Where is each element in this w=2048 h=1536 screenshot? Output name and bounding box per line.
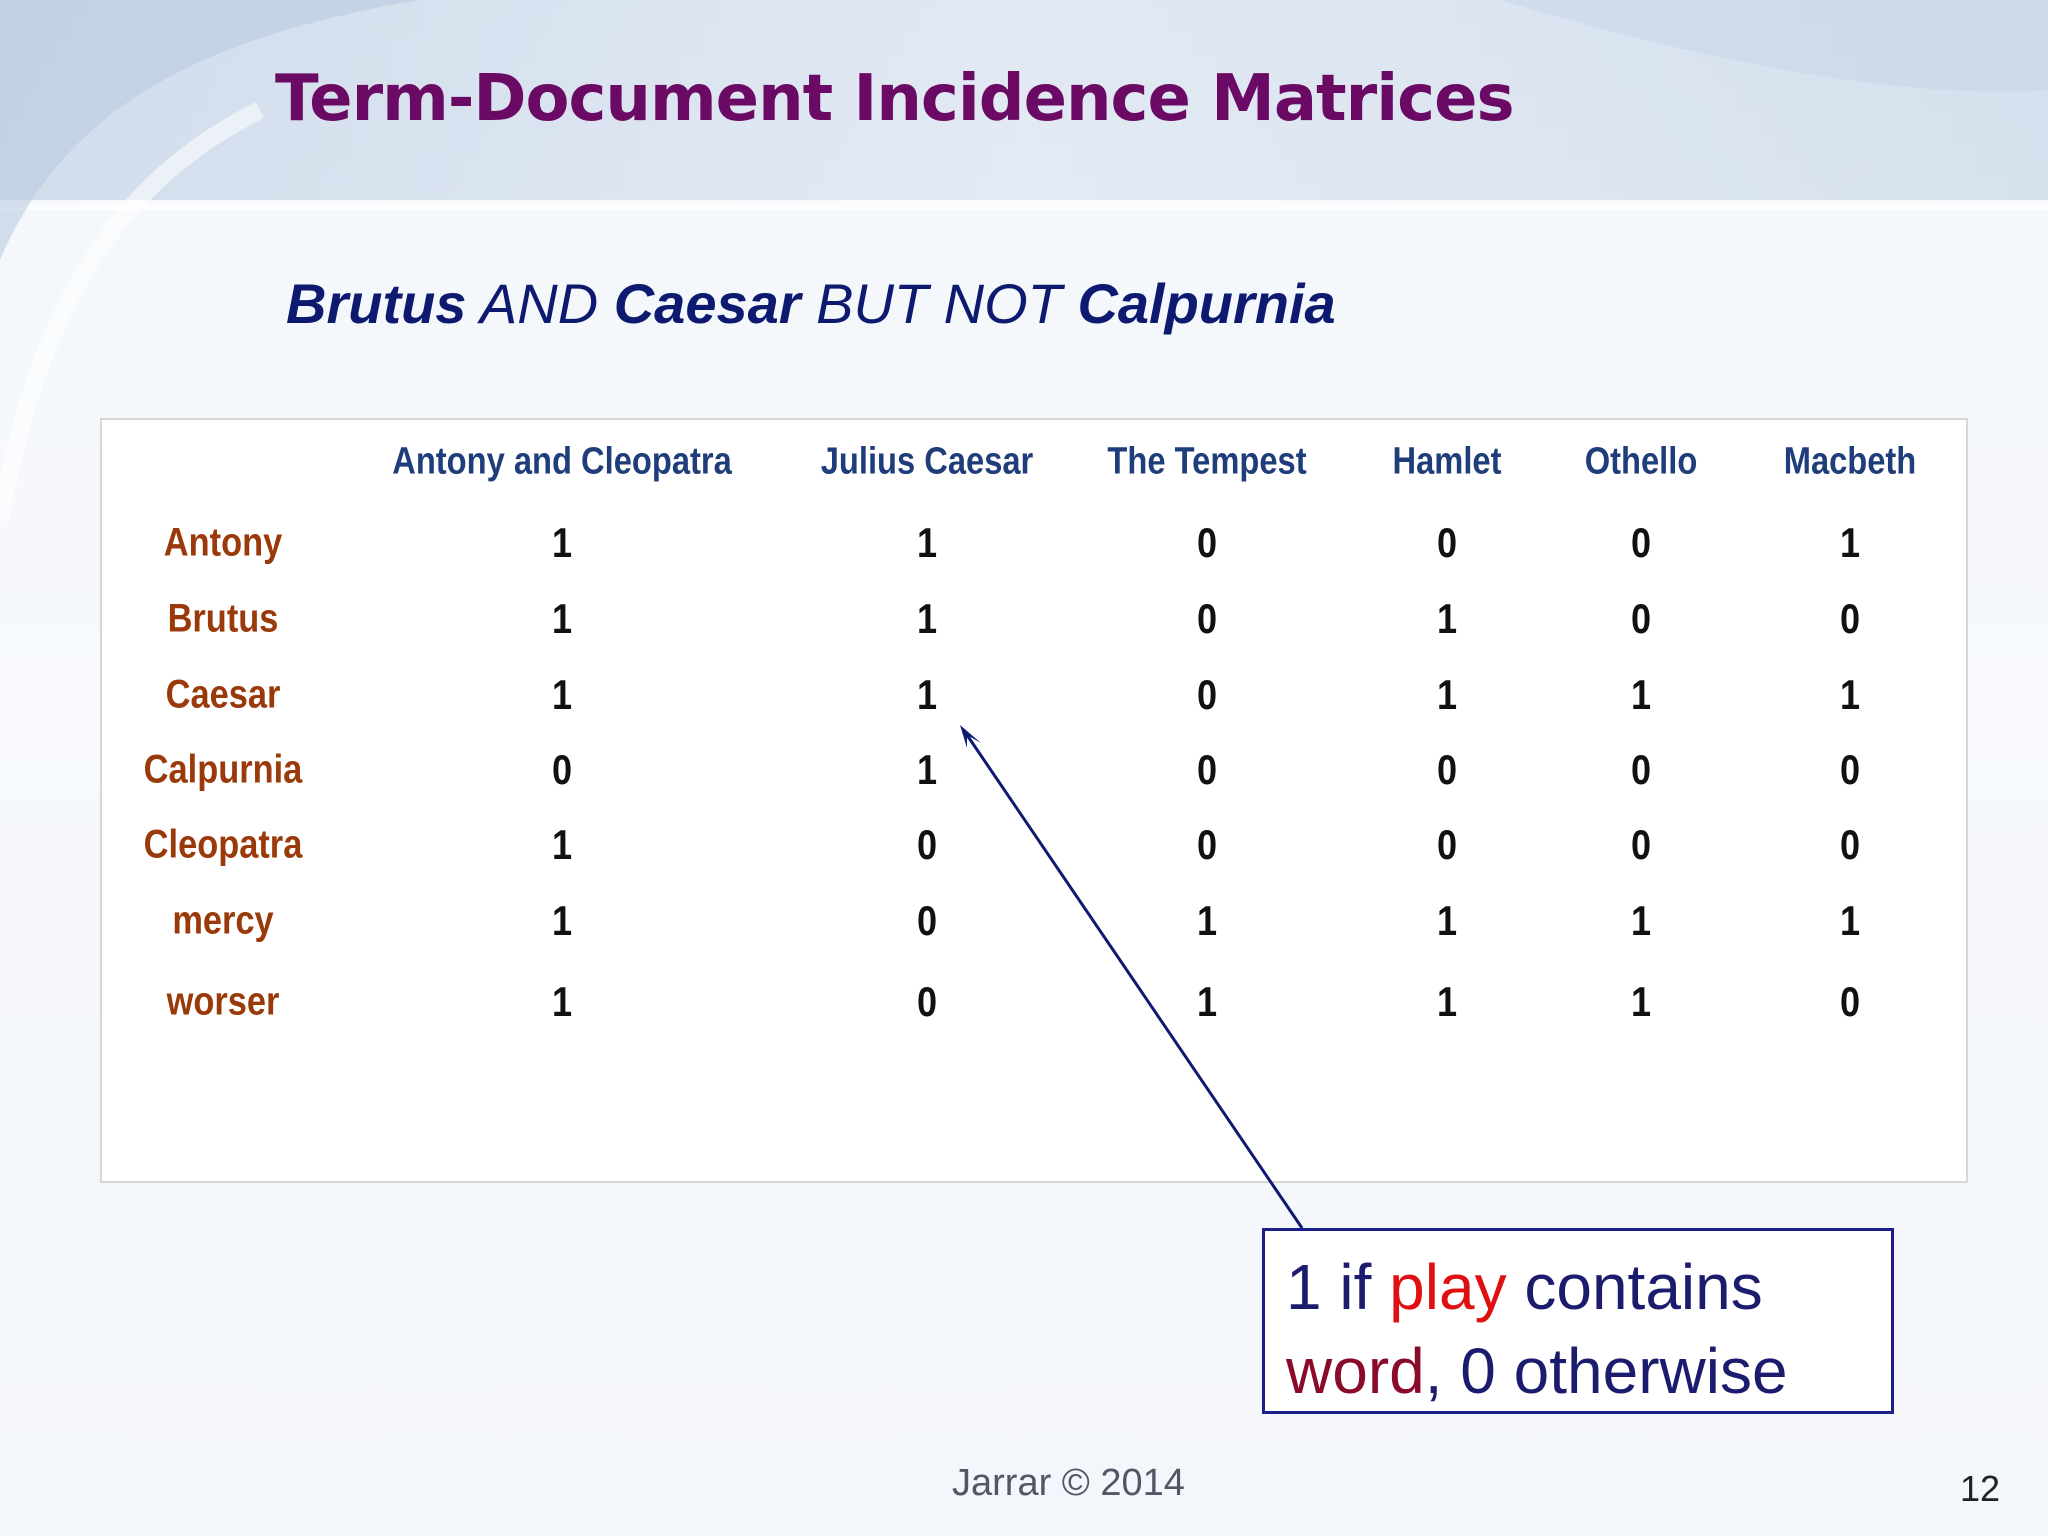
callout-text: 1 if (1286, 1251, 1390, 1323)
matrix-cell: 0 (1196, 595, 1218, 642)
column-header-macbeth: Macbeth (1783, 440, 1917, 483)
matrix-cell: 0 (1436, 746, 1458, 793)
row-label-antony: Antony (163, 520, 283, 565)
matrix-cell: 1 (1839, 897, 1861, 944)
row-label-mercy: mercy (172, 898, 274, 943)
matrix-cell: 1 (1436, 595, 1458, 642)
query-term-caesar: Caesar (613, 272, 801, 335)
matrix-cell: 0 (1630, 519, 1652, 566)
incidence-matrix-panel (100, 418, 1968, 1183)
matrix-cell: 1 (1630, 978, 1652, 1025)
matrix-cell: 1 (1630, 897, 1652, 944)
matrix-cell: 1 (1196, 897, 1218, 944)
matrix-cell: 1 (1630, 671, 1652, 718)
matrix-cell: 1 (916, 595, 938, 642)
matrix-cell: 1 (1436, 897, 1458, 944)
query-operator-and: AND (466, 272, 614, 335)
row-label-calpurnia: Calpurnia (143, 747, 303, 792)
matrix-cell: 1 (1196, 978, 1218, 1025)
matrix-cell: 0 (916, 897, 938, 944)
page-number: 12 (1960, 1468, 2001, 1509)
matrix-cell: 1 (1436, 978, 1458, 1025)
matrix-cell: 1 (1436, 671, 1458, 718)
matrix-cell: 1 (551, 519, 573, 566)
column-header-the-tempest: The Tempest (1107, 440, 1307, 483)
matrix-cell: 0 (1630, 746, 1652, 793)
matrix-cell: 0 (1839, 595, 1861, 642)
matrix-cell: 1 (551, 897, 573, 944)
callout-word-highlight: word (1286, 1335, 1425, 1407)
matrix-cell: 0 (1630, 821, 1652, 868)
callout-play-highlight: play (1389, 1251, 1507, 1323)
matrix-cell: 0 (1196, 821, 1218, 868)
matrix-cell: 0 (1839, 746, 1861, 793)
row-label-brutus: Brutus (167, 596, 279, 641)
column-header-antony-and-cleopatra: Antony and Cleopatra (392, 440, 732, 483)
query-term-brutus: Brutus (286, 272, 467, 335)
footer-copyright: Jarrar © 2014 (952, 1462, 1185, 1504)
matrix-cell: 1 (551, 821, 573, 868)
column-header-othello: Othello (1584, 440, 1698, 483)
row-label-cleopatra: Cleopatra (143, 822, 303, 867)
matrix-cell: 1 (1839, 671, 1861, 718)
callout-text: contains (1506, 1251, 1763, 1323)
matrix-cell: 1 (916, 519, 938, 566)
query-term-calpurnia: Calpurnia (1077, 272, 1336, 335)
callout-text: , 0 otherwise (1424, 1335, 1788, 1407)
matrix-cell: 0 (1436, 519, 1458, 566)
matrix-cell: 1 (1839, 519, 1861, 566)
matrix-cell: 1 (916, 746, 938, 793)
row-label-worser: worser (166, 979, 280, 1024)
matrix-cell: 1 (551, 671, 573, 718)
matrix-cell: 0 (1196, 671, 1218, 718)
matrix-cell: 1 (551, 978, 573, 1025)
column-header-julius-caesar: Julius Caesar (820, 440, 1034, 483)
matrix-cell: 0 (1196, 519, 1218, 566)
matrix-cell: 0 (551, 746, 573, 793)
matrix-cell: 0 (1839, 978, 1861, 1025)
matrix-cell: 0 (1196, 746, 1218, 793)
matrix-cell: 0 (916, 978, 938, 1025)
matrix-cell: 1 (551, 595, 573, 642)
matrix-cell: 1 (916, 671, 938, 718)
callout-line-2: word, 0 otherwise (1286, 1329, 1891, 1413)
matrix-cell: 0 (1839, 821, 1861, 868)
slide-title: Term-Document Incidence Matrices (275, 62, 1515, 136)
row-label-caesar: Caesar (165, 672, 281, 717)
matrix-cell: 0 (1436, 821, 1458, 868)
query-operator-but-not: BUT NOT (800, 272, 1078, 335)
boolean-query: Brutus AND Caesar BUT NOT Calpurnia (286, 271, 1336, 336)
callout-line-1: 1 if play contains (1286, 1245, 1891, 1329)
column-header-hamlet: Hamlet (1392, 440, 1502, 483)
callout-box: 1 if play contains word, 0 otherwise (1262, 1228, 1894, 1414)
matrix-cell: 0 (1630, 595, 1652, 642)
matrix-cell: 0 (916, 821, 938, 868)
